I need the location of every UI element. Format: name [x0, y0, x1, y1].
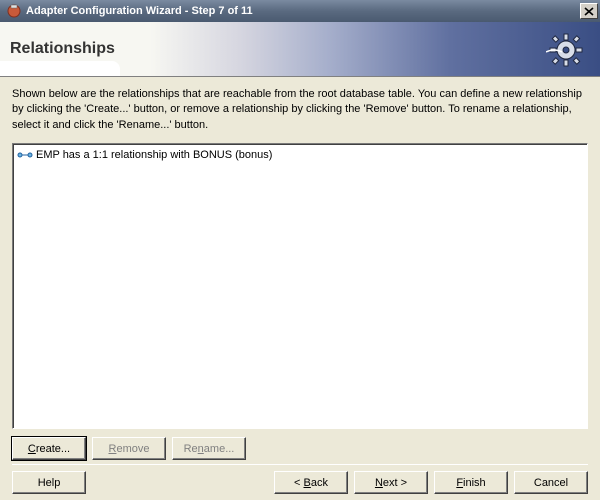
tree-item[interactable]: EMP has a 1:1 relationship with BONUS (b…	[17, 148, 583, 162]
gear-icon	[546, 30, 586, 70]
next-button[interactable]: Next >	[354, 471, 428, 494]
finish-button[interactable]: Finish	[434, 471, 508, 494]
titlebar: Adapter Configuration Wizard - Step 7 of…	[0, 0, 600, 22]
action-button-row: Create... Remove Rename...	[12, 437, 588, 460]
nav-button-row: Help < Back Next > Finish Cancel	[12, 464, 588, 494]
create-button[interactable]: Create...	[12, 437, 86, 460]
rename-button[interactable]: Rename...	[172, 437, 246, 460]
tree-item-label: EMP has a 1:1 relationship with BONUS (b…	[36, 149, 272, 161]
wizard-content: Shown below are the relationships that a…	[0, 77, 600, 500]
remove-button[interactable]: Remove	[92, 437, 166, 460]
description-text: Shown below are the relationships that a…	[12, 87, 588, 133]
page-title: Relationships	[10, 40, 115, 58]
relationship-icon	[17, 150, 33, 160]
back-button[interactable]: < Back	[274, 471, 348, 494]
nav-spacer	[92, 471, 268, 494]
cancel-button[interactable]: Cancel	[514, 471, 588, 494]
relationships-tree[interactable]: EMP has a 1:1 relationship with BONUS (b…	[12, 143, 588, 429]
wizard-header: Relationships	[0, 22, 600, 77]
app-icon	[6, 3, 22, 19]
help-button[interactable]: Help	[12, 471, 86, 494]
window-title: Adapter Configuration Wizard - Step 7 of…	[26, 5, 580, 17]
close-button[interactable]	[580, 3, 598, 19]
header-tab-bg	[0, 61, 120, 76]
create-rest: reate...	[36, 443, 70, 455]
